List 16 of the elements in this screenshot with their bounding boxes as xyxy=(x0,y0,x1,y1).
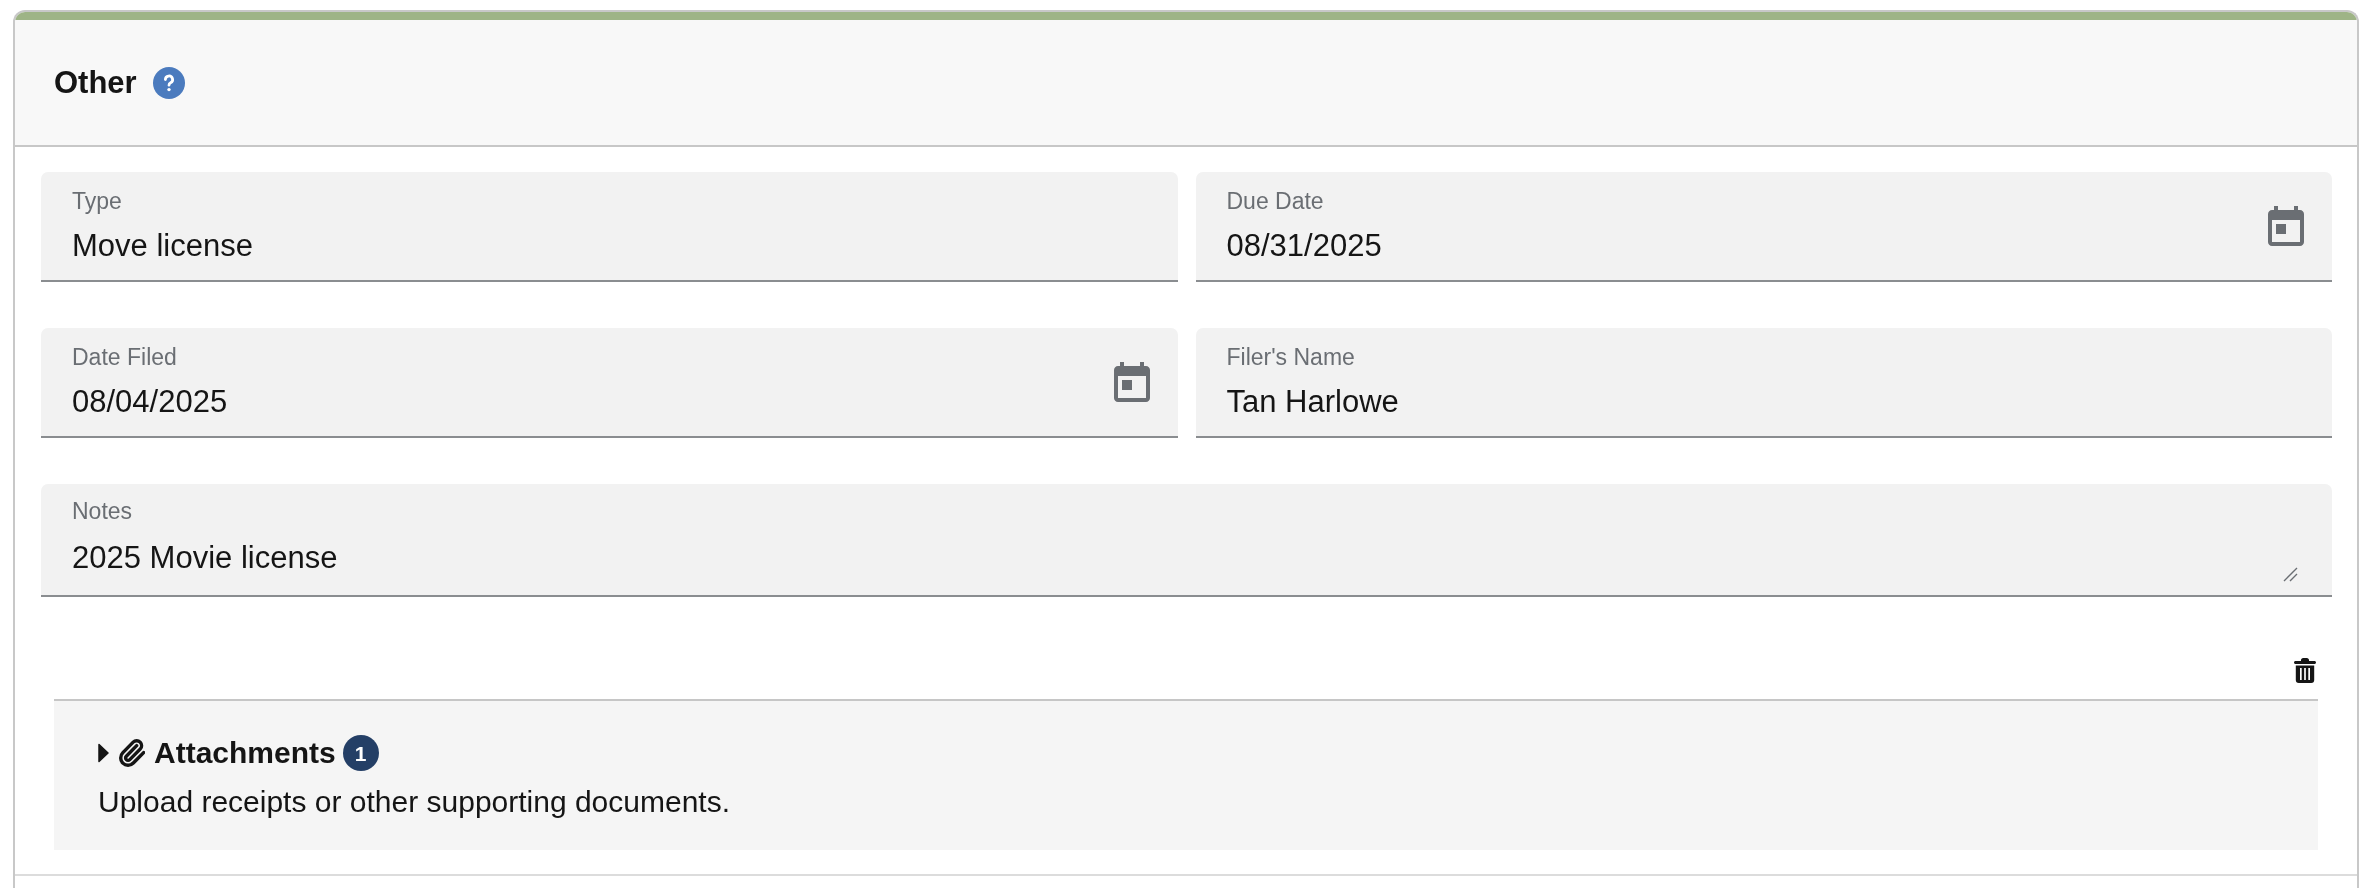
date-field[interactable]: Due Date 08/31/2025 xyxy=(1195,172,2332,282)
caret-icon[interactable] xyxy=(98,743,109,763)
calendar-icon[interactable] xyxy=(1113,362,1150,402)
notes-field[interactable]: Notes 2025 Movie license xyxy=(41,484,2332,597)
attachments-description: Upload receipts or other supporting documents. xyxy=(98,784,731,820)
section-title: Other xyxy=(54,63,137,102)
text-field[interactable]: Filer's Name Tan Harlowe xyxy=(1195,328,2332,438)
date-field[interactable]: Date Filed 08/04/2025 xyxy=(41,328,1178,438)
paperclip-icon xyxy=(118,739,145,767)
text-field[interactable]: Type Move license xyxy=(41,172,1178,282)
help-icon[interactable] xyxy=(152,66,185,99)
count-badge: 1 xyxy=(342,735,379,771)
attachments-title[interactable]: Attachments xyxy=(154,735,336,771)
resize-grip-icon[interactable] xyxy=(2283,567,2298,582)
trash-icon[interactable] xyxy=(2294,658,2316,683)
calendar-icon[interactable] xyxy=(2268,206,2304,246)
